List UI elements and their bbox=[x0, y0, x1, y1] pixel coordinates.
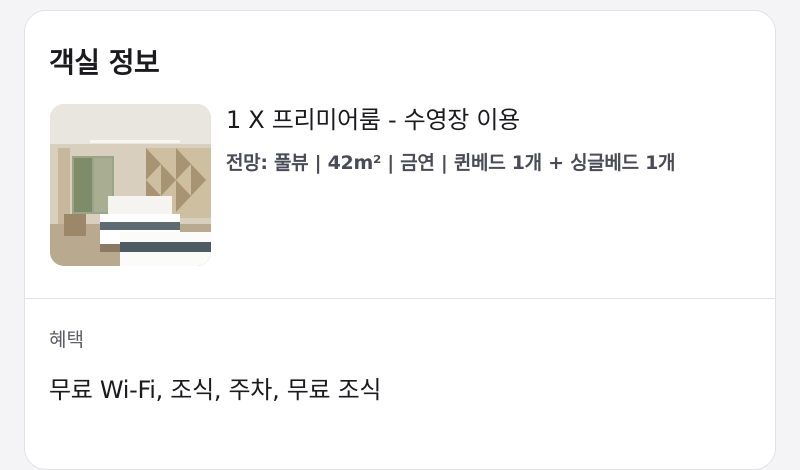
benefits-value: 무료 Wi-Fi, 조식, 주차, 무료 조식 bbox=[49, 376, 382, 404]
room-photo[interactable] bbox=[50, 104, 211, 266]
benefits-label: 혜택 bbox=[49, 329, 84, 351]
section-title: 객실 정보 bbox=[49, 46, 160, 79]
room-photo-image bbox=[50, 104, 211, 266]
room-name: 1 X 프리미어룸 - 수영장 이용 bbox=[226, 106, 520, 134]
section-divider bbox=[25, 298, 775, 299]
room-details: 전망: 풀뷰 | 42m² | 금연 | 퀸베드 1개 + 싱글베드 1개 bbox=[226, 152, 676, 174]
room-info-card: 객실 정보 1 X 프리미어룸 - 수영장 이용 전망: 풀뷰 | 42m² |… bbox=[24, 10, 776, 470]
